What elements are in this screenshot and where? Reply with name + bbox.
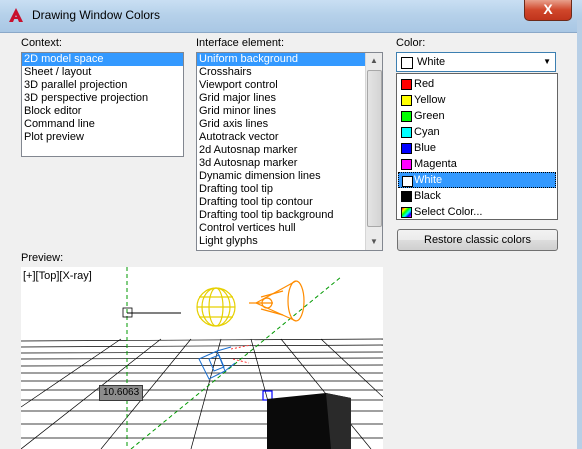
window-edge [577,20,582,449]
preview-canvas: [+][Top][X-ray] 10.6063 [21,267,383,449]
interface-element-item[interactable]: Grid axis lines [197,118,365,131]
viewport-controls-label[interactable]: [+][Top][X-ray] [23,270,92,282]
context-list[interactable]: 2D model space Sheet / layout 3D parallel … [21,52,184,157]
color-dropdown-list[interactable]: Red Yellow Green Cyan Blue Magenta White Black S… [396,73,558,220]
color-option[interactable]: Yellow [398,92,556,108]
context-item[interactable]: Plot preview [22,131,183,144]
interface-element-item[interactable]: 2d Autosnap marker [197,144,365,157]
restore-classic-colors-button[interactable]: Restore classic colors [397,229,558,251]
context-item[interactable]: Sheet / layout [22,66,183,79]
color-option[interactable]: Red [398,76,556,92]
color-option-label: Cyan [414,126,440,138]
window-title: Drawing Window Colors [32,8,161,22]
color-option-label: Red [414,78,435,90]
color-swatch-icon [401,159,412,170]
close-button[interactable]: X [524,0,572,21]
scroll-thumb[interactable] [367,70,382,227]
color-swatch-icon [401,111,412,122]
color-swatch-icon [401,207,412,218]
color-swatch-icon [401,191,412,202]
interface-element-item[interactable]: Drafting tool tip background [197,209,365,222]
chevron-down-icon[interactable]: ▼ [543,57,551,66]
dynamic-dimension-value: 10.6063 [99,385,144,401]
color-option-label: Yellow [414,94,446,106]
color-option-label: Black [414,190,441,202]
color-option[interactable]: Black [398,188,556,204]
color-swatch-icon [401,127,412,138]
context-item[interactable]: 3D perspective projection [22,92,183,105]
interface-element-item[interactable]: Drafting tool tip [197,183,365,196]
color-option[interactable]: Cyan [398,124,556,140]
color-swatch-icon [402,176,413,187]
context-item[interactable]: 2D model space [22,53,183,66]
color-option-label: Green [414,110,445,122]
color-option[interactable]: Green [398,108,556,124]
title-bar[interactable]: Drawing Window Colors X [0,0,582,33]
color-option[interactable]: Magenta [398,156,556,172]
camera-glyph [198,346,236,380]
color-combobox[interactable]: White ▼ [396,52,556,72]
context-item[interactable]: Command line [22,118,183,131]
camera-frustum [230,344,252,364]
color-option[interactable]: White [398,172,556,188]
color-option[interactable]: Select Color... [398,204,556,220]
preview-label: Preview: [21,252,64,264]
interface-element-item[interactable]: Control vertices hull [197,222,365,235]
color-option-label: Select Color... [414,206,483,218]
interface-element-item[interactable]: Dynamic dimension lines [197,170,365,183]
autocad-logo-icon [9,8,23,22]
context-item[interactable]: 3D parallel projection [22,79,183,92]
scroll-up-icon[interactable]: ▲ [366,53,382,69]
context-items: 2D model space Sheet / layout 3D parallel … [22,53,183,144]
selected-color-text: White [417,56,446,68]
context-label: Context: [21,37,62,49]
interface-element-item[interactable]: Grid major lines [197,92,365,105]
spotlight-glyph [249,280,305,322]
interface-items: Uniform background Crosshairs Viewport con… [197,53,365,248]
selected-color-swatch [401,57,413,69]
interface-element-item[interactable]: Autotrack vector [197,131,365,144]
color-swatch-icon [401,95,412,106]
interface-scrollbar[interactable]: ▲ ▼ [365,53,382,250]
interface-element-item[interactable]: Drafting tool tip contour [197,196,365,209]
interface-element-list[interactable]: Uniform background Crosshairs Viewport con… [196,52,383,251]
interface-element-item[interactable]: 3d Autosnap marker [197,157,365,170]
color-option-label: White [414,174,443,186]
color-option-label: Blue [414,142,437,154]
color-swatch-icon [401,79,412,90]
scroll-down-icon[interactable]: ▼ [366,234,382,250]
preview-drawing [21,267,383,449]
interface-element-item[interactable]: Light glyphs [197,235,365,248]
interface-element-item[interactable]: Uniform background [197,53,365,66]
color-option[interactable]: Blue [398,140,556,156]
dialog-window: Drawing Window Colors X Context: 2D mode… [0,0,582,449]
interface-element-item[interactable]: Viewport control [197,79,365,92]
interface-element-label: Interface element: [196,37,285,49]
color-option-label: Magenta [414,158,457,170]
interface-element-item[interactable]: Grid minor lines [197,105,365,118]
color-label: Color: [396,37,426,49]
context-item[interactable]: Block editor [22,105,183,118]
color-swatch-icon [401,143,412,154]
point-light-glyph [196,287,236,327]
interface-element-item[interactable]: Crosshairs [197,66,365,79]
